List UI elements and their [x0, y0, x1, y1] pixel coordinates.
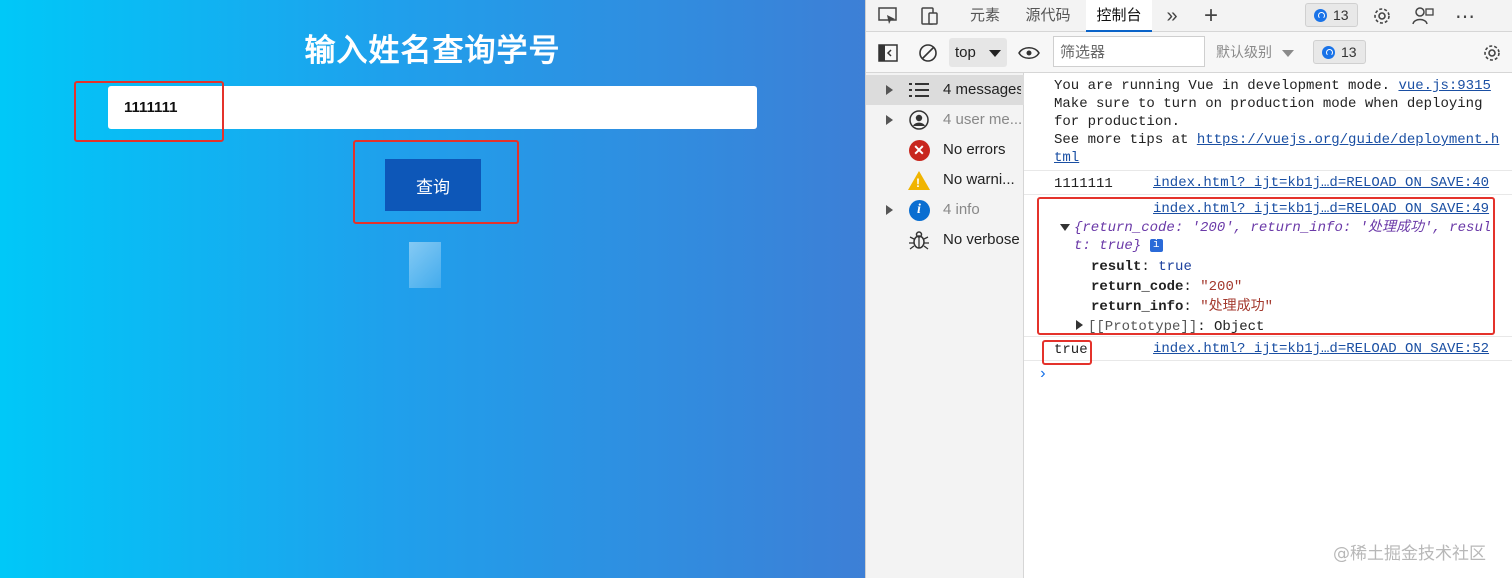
- context-value: top: [955, 44, 976, 61]
- sidebar-item-verbose[interactable]: No verbose: [866, 225, 1024, 255]
- sidebar-item-label: 4 user me...: [943, 111, 1021, 128]
- error-icon: ✕: [908, 139, 930, 161]
- tab-sources[interactable]: 源代码: [1018, 0, 1078, 32]
- log-level-value: 默认级别: [1216, 45, 1272, 61]
- filter-input[interactable]: [1053, 36, 1205, 67]
- source-link[interactable]: index.html?_ijt=kb1j…d=RELOAD_ON_SAVE:52: [1153, 341, 1489, 357]
- app-page: 输入姓名查询学号 查询: [0, 0, 865, 578]
- prototype-value: Object: [1214, 319, 1265, 335]
- sidebar-item-messages[interactable]: 4 messages: [866, 75, 1024, 105]
- result-placeholder: [409, 242, 441, 288]
- customize-icon[interactable]: [1411, 4, 1435, 28]
- issues-badge[interactable]: 13: [1305, 3, 1358, 27]
- sidebar-item-label: 4 info: [943, 201, 980, 218]
- object-property: result: true: [1091, 259, 1192, 275]
- expand-arrow-icon[interactable]: [886, 85, 893, 95]
- sidebar-item-label: No warni...: [943, 171, 1015, 188]
- message-line: See more tips at: [1054, 132, 1189, 148]
- bug-icon: [908, 229, 930, 251]
- sidebar-item-info[interactable]: i 4 info: [866, 195, 1024, 225]
- prototype-label: [[Prototype]]: [1088, 319, 1198, 335]
- property-key: return_info: [1091, 299, 1184, 315]
- source-link[interactable]: vue.js:9315: [1398, 78, 1490, 94]
- sidebar-toggle-icon[interactable]: [876, 41, 900, 65]
- source-link[interactable]: index.html?_ijt=kb1j…d=RELOAD_ON_SAVE:40: [1153, 175, 1489, 191]
- console-prompt[interactable]: ›: [1038, 365, 1048, 383]
- collapse-arrow-icon[interactable]: [1060, 224, 1070, 231]
- message-line: You are running Vue in development mode.: [1054, 78, 1391, 94]
- property-key: result: [1091, 259, 1142, 275]
- source-link[interactable]: index.html?_ijt=kb1j…d=RELOAD_ON_SAVE:49: [1153, 201, 1489, 217]
- tab-console[interactable]: 控制台: [1086, 0, 1152, 32]
- user-icon: [908, 109, 930, 131]
- chevron-down-icon: [989, 50, 1001, 57]
- object-preview[interactable]: {return_code: '200', return_info: '处理成功'…: [1060, 219, 1491, 237]
- log-value: true: [1054, 342, 1088, 358]
- info-icon: i: [908, 199, 930, 221]
- warning-icon: !: [908, 169, 930, 191]
- query-button[interactable]: 查询: [385, 159, 481, 211]
- console-message-vue: You are running Vue in development mode.…: [1024, 73, 1512, 171]
- issues-count: 13: [1333, 7, 1349, 23]
- console-message-log: 1111111 index.html?_ijt=kb1j…d=RELOAD_ON…: [1024, 171, 1512, 195]
- context-select[interactable]: top: [949, 38, 1007, 67]
- expand-arrow-icon[interactable]: [1076, 320, 1083, 330]
- chevron-down-icon: [1282, 49, 1294, 57]
- inspect-icon[interactable]: [876, 4, 900, 28]
- property-value: "处理成功": [1200, 299, 1274, 315]
- expand-arrow-icon[interactable]: [886, 115, 893, 125]
- list-icon: [908, 79, 930, 101]
- console-text: tml: [1054, 149, 1079, 167]
- docs-link-continued[interactable]: tml: [1054, 150, 1079, 166]
- name-input[interactable]: [108, 86, 757, 129]
- object-preview-text: {return_code: '200', return_info: '处理成功'…: [1074, 220, 1492, 236]
- more-options-icon[interactable]: ⋯: [1453, 4, 1477, 28]
- page-title: 输入姓名查询学号: [304, 33, 561, 69]
- log-level-select[interactable]: 默认级别: [1216, 42, 1294, 62]
- watermark: @稀土掘金技术社区: [1333, 544, 1486, 564]
- devtools-panel: 元素 源代码 控制台 » + 13 ⋯ top 筛选器 默认级别 13 4 me…: [865, 0, 1512, 578]
- toolbar-issues-badge[interactable]: 13: [1313, 40, 1366, 64]
- object-property: return_info: "处理成功": [1091, 299, 1274, 315]
- console-message-object: index.html?_ijt=kb1j…d=RELOAD_ON_SAVE:49…: [1024, 195, 1512, 337]
- clear-console-icon[interactable]: [916, 41, 940, 65]
- console-text: See more tips at https://vuejs.org/guide…: [1054, 131, 1499, 149]
- live-expression-icon[interactable]: [1017, 41, 1041, 65]
- property-value: true: [1158, 259, 1192, 275]
- console-sidebar: 4 messages 4 user me... ✕ No errors ! No…: [866, 73, 1024, 578]
- property-key: return_code: [1091, 279, 1184, 295]
- issues-icon: [1322, 45, 1335, 59]
- sidebar-item-label: No errors: [943, 141, 1006, 158]
- console-toolbar: top 默认级别 13: [866, 32, 1512, 73]
- issues-icon: [1314, 8, 1327, 22]
- console-settings-icon[interactable]: [1480, 41, 1504, 65]
- info-badge-icon[interactable]: i: [1149, 238, 1163, 252]
- sidebar-item-user-messages[interactable]: 4 user me...: [866, 105, 1024, 135]
- add-tab-icon[interactable]: +: [1199, 2, 1223, 29]
- property-value: "200": [1200, 279, 1243, 295]
- devtools-tabbar: 元素 源代码 控制台 » + 13 ⋯: [866, 0, 1512, 32]
- object-preview-text: t: true}: [1074, 238, 1142, 254]
- console-message-log: true index.html?_ijt=kb1j…d=RELOAD_ON_SA…: [1024, 337, 1512, 361]
- tab-elements[interactable]: 元素: [960, 0, 1010, 32]
- device-emulation-icon[interactable]: [918, 4, 942, 28]
- log-value: 1111111: [1054, 176, 1113, 192]
- more-tabs-icon[interactable]: »: [1160, 4, 1184, 28]
- console-text: You are running Vue in development mode.…: [1054, 77, 1491, 95]
- object-prototype[interactable]: [[Prototype]]: Object: [1076, 318, 1264, 336]
- message-line: Make sure to turn on production mode whe…: [1054, 96, 1483, 112]
- toolbar-issues-count: 13: [1341, 44, 1357, 60]
- object-preview-cont: t: true} i: [1074, 237, 1163, 255]
- expand-arrow-icon[interactable]: [886, 205, 893, 215]
- sidebar-item-errors[interactable]: ✕ No errors: [866, 135, 1024, 165]
- sidebar-item-label: 4 messages: [943, 81, 1021, 98]
- console-output: You are running Vue in development mode.…: [1024, 73, 1512, 578]
- object-property: return_code: "200": [1091, 279, 1243, 295]
- sidebar-item-warnings[interactable]: ! No warni...: [866, 165, 1024, 195]
- docs-link[interactable]: https://vuejs.org/guide/deployment.h: [1197, 132, 1499, 148]
- settings-icon[interactable]: [1370, 4, 1394, 28]
- sidebar-item-label: No verbose: [943, 231, 1020, 248]
- message-line: for production.: [1054, 114, 1181, 130]
